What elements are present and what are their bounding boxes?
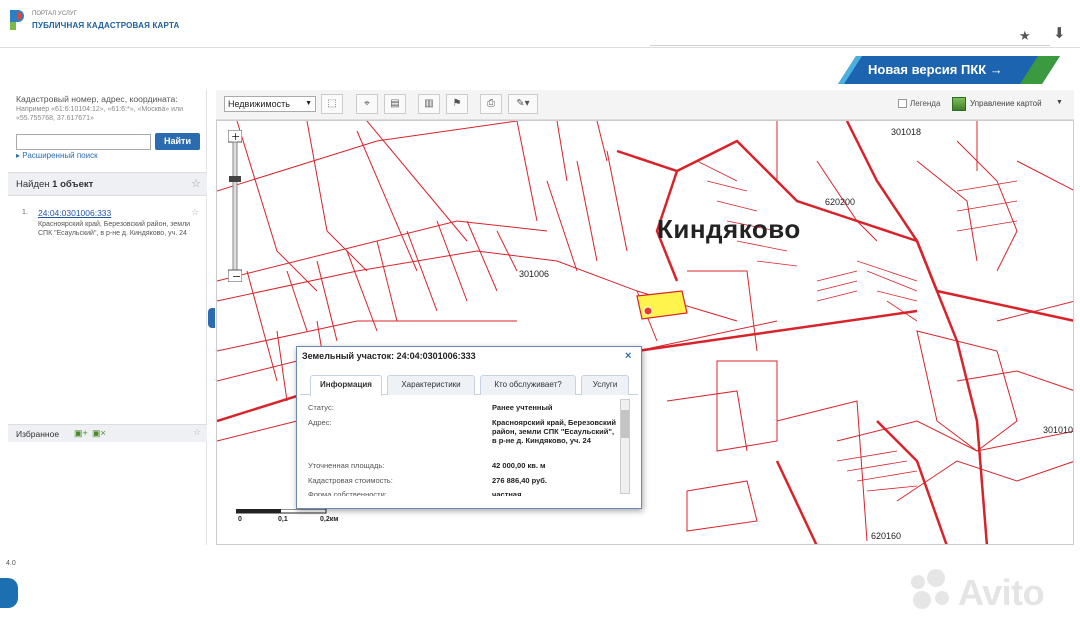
advanced-search-label: Расширенный поиск <box>22 151 98 160</box>
zoom-slider[interactable]: + − <box>228 130 242 282</box>
scale-label-zero: 0 <box>238 516 242 523</box>
popup-scroll-thumb[interactable] <box>621 410 629 438</box>
avito-watermark: Avito <box>958 572 1045 613</box>
advanced-search-link[interactable]: ▸ Расширенный поиск <box>16 151 98 160</box>
chart-tool-icon[interactable]: ▥ <box>418 94 440 114</box>
map-toolbar <box>216 90 1074 120</box>
logo-title[interactable]: ПУБЛИЧНАЯ КАДАСТРОВАЯ КАРТА <box>32 21 180 30</box>
tab-information[interactable]: Информация <box>310 375 382 396</box>
footer-version: 4.0 <box>6 560 16 567</box>
map-label-301018: 301018 <box>891 127 921 137</box>
print-icon[interactable]: ⎙ <box>480 94 502 114</box>
favorites-star-icon[interactable]: ☆ <box>193 427 201 438</box>
search-button[interactable]: Найти <box>155 133 200 150</box>
result-cadastral-link[interactable]: 24:04:0301006:333 <box>38 208 111 218</box>
layers-tool-icon[interactable]: ▤ <box>384 94 406 114</box>
tab-characteristics[interactable]: Характеристики <box>387 375 475 395</box>
chevron-down-icon: ▼ <box>305 100 312 107</box>
map-label-301006: 301006 <box>519 269 549 279</box>
map-label-620160: 620160 <box>871 531 901 541</box>
tab-services[interactable]: Услуги <box>581 375 629 395</box>
address-value: Красноярский край, Березовский район, зе… <box>492 418 616 445</box>
new-version-link[interactable]: Новая версия ПКК → <box>868 62 1003 77</box>
address-bar[interactable] <box>650 22 1050 46</box>
results-prefix: Найден <box>16 179 53 190</box>
result-address: Красноярский край, Березовский район, зе… <box>38 221 191 237</box>
chevron-down-icon[interactable]: ▼ <box>1056 99 1063 106</box>
cadastral-value-value: 276 886,40 руб. <box>492 476 547 485</box>
close-icon[interactable]: × <box>625 350 631 362</box>
favorites-title: Избранное <box>16 429 60 439</box>
scale-label-mid: 0,1 <box>278 516 288 523</box>
result-number: 1. <box>22 209 28 216</box>
ownership-value: частная <box>492 490 522 496</box>
legend-label: Легенда <box>910 99 941 108</box>
ownership-label: Форма собственности: <box>308 490 387 496</box>
svg-text:+: + <box>231 130 240 143</box>
portal-logo-icon <box>10 10 24 30</box>
search-hint: Кадастровый номер, адрес, координата: <box>16 94 178 104</box>
marker-tool-icon[interactable]: ⚑ <box>446 94 468 114</box>
cadastral-value-label: Кадастровая стоимость: <box>308 476 393 485</box>
map-label-620200: 620200 <box>825 197 855 207</box>
search-example: Например «61:6:10104:12», «61:6:*», «Мос… <box>16 106 184 122</box>
identify-tool-icon[interactable]: ⌖ <box>356 94 378 114</box>
measure-tool-icon[interactable]: ✎▾ <box>508 94 538 114</box>
map-label-301010: 301010 <box>1043 425 1073 435</box>
address-label: Адрес: <box>308 418 332 427</box>
favorites-add-icon[interactable]: ▣+ <box>74 428 88 439</box>
search-input[interactable] <box>16 134 151 150</box>
map-control-button[interactable]: Управление картой <box>970 99 1042 108</box>
popup-title: Земельный участок: 24:04:0301006:333 <box>302 351 476 361</box>
status-label: Статус: <box>308 403 334 412</box>
results-favorite-icon[interactable]: ☆ <box>191 177 201 190</box>
result-favorite-icon[interactable]: ☆ <box>191 207 199 218</box>
select-tool-icon[interactable]: ⬚ <box>321 94 343 114</box>
parcel-marker-icon[interactable] <box>643 306 653 316</box>
status-value: Ранее учтенный <box>492 403 553 412</box>
area-value: 42 000,00 кв. м <box>492 461 546 470</box>
scale-label-end: 0,2км <box>320 516 339 523</box>
results-count: Найден 1 объект <box>16 179 93 190</box>
footer-app-icon[interactable] <box>0 578 18 608</box>
area-label: Уточненная площадь: <box>308 461 385 470</box>
tab-who-serves[interactable]: Кто обслуживает? <box>480 375 576 395</box>
favorites-remove-icon[interactable]: ▣× <box>92 428 106 439</box>
layer-select[interactable]: Недвижимость ▼ <box>224 96 316 112</box>
map-control-icon[interactable] <box>952 97 966 111</box>
svg-text:−: − <box>232 270 241 282</box>
legend-checkbox[interactable] <box>898 99 907 108</box>
download-icon[interactable]: ⬇ <box>1053 24 1066 42</box>
results-count-value: 1 объект <box>52 179 94 190</box>
bookmark-star-icon[interactable]: ★ <box>1019 28 1031 44</box>
logo-subtitle: ПОРТАЛ УСЛУГ <box>32 11 77 17</box>
panel-collapse-handle[interactable] <box>208 308 215 328</box>
selected-parcel[interactable] <box>636 290 688 320</box>
place-name-label: Киндяково <box>657 214 801 244</box>
layer-select-value: Недвижимость <box>228 99 290 109</box>
